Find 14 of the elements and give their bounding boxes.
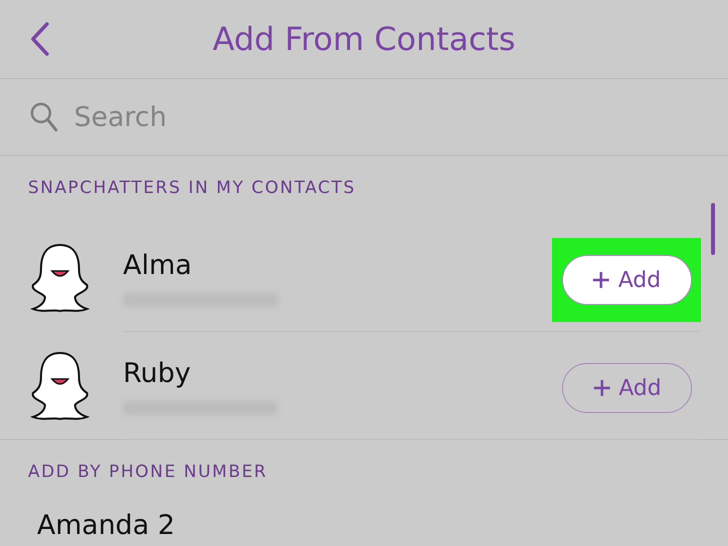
search-field[interactable]: Search: [74, 102, 474, 132]
contact-name: Ruby: [123, 358, 191, 389]
section-heading: ADD BY PHONE NUMBER: [28, 462, 268, 482]
contact-name: Amanda 2: [37, 510, 175, 541]
screen-title: Add From Contacts: [212, 20, 516, 58]
section-heading: SNAPCHATTERS IN MY CONTACTS: [28, 178, 356, 198]
plus-icon: [592, 379, 611, 397]
scrollbar: [711, 203, 715, 255]
contact-name: Alma: [123, 250, 192, 281]
back-icon[interactable]: [30, 22, 50, 56]
add-button[interactable]: Add: [562, 363, 692, 413]
plus-icon: [592, 271, 610, 289]
search-icon: [30, 102, 58, 132]
add-button[interactable]: Add: [562, 255, 692, 305]
